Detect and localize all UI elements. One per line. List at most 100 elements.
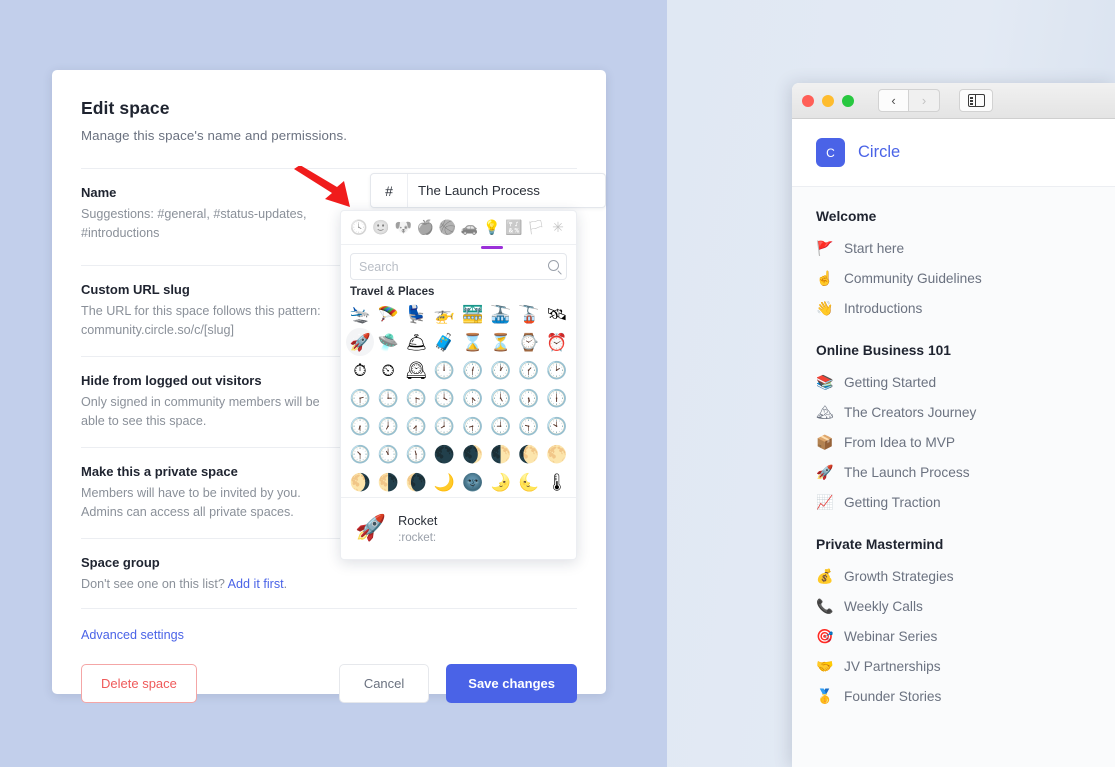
- emoji-cell[interactable]: ⏳: [487, 328, 515, 356]
- emoji-cell[interactable]: ⏱: [346, 356, 374, 384]
- space-name-input[interactable]: [408, 174, 605, 207]
- emoji-cell[interactable]: 🚁: [430, 300, 458, 328]
- emoji-cell[interactable]: 🌑: [430, 440, 458, 468]
- smileys-tab-icon[interactable]: 🙂: [372, 219, 390, 243]
- emoji-cell[interactable]: 🌡: [543, 468, 571, 496]
- emoji-cell[interactable]: 🕝: [346, 384, 374, 412]
- sidebar-item-start-here[interactable]: 🚩 Start here: [816, 233, 1091, 263]
- sidebar-item-getting-traction[interactable]: 📈 Getting Traction: [816, 487, 1091, 517]
- sidebar-item-founder-stories[interactable]: 🥇 Founder Stories: [816, 681, 1091, 711]
- emoji-cell[interactable]: 🌚: [459, 468, 487, 496]
- emoji-cell[interactable]: 🌒: [459, 440, 487, 468]
- add-it-first-link[interactable]: Add it first: [228, 577, 284, 591]
- emoji-cell[interactable]: 🕕: [543, 384, 571, 412]
- emoji-cell[interactable]: 🕠: [515, 384, 543, 412]
- circle-brand-header[interactable]: C Circle: [792, 119, 1115, 187]
- emoji-cell[interactable]: 🛰: [543, 300, 571, 328]
- minimize-window-button[interactable]: [822, 94, 834, 107]
- sidebar-item-webinar-series[interactable]: 🎯 Webinar Series: [816, 621, 1091, 651]
- emoji-cell[interactable]: 🚡: [515, 300, 543, 328]
- emoji-cell[interactable]: 🕐: [487, 356, 515, 384]
- sidebar-item-from-idea-to-mvp[interactable]: 📦 From Idea to MVP: [816, 427, 1091, 457]
- emoji-cell[interactable]: 🌘: [402, 468, 430, 496]
- emoji-cell[interactable]: 🕘: [487, 412, 515, 440]
- save-changes-button[interactable]: Save changes: [446, 664, 577, 703]
- travel-tab-icon[interactable]: 🚗: [461, 219, 479, 243]
- emoji-cell[interactable]: 🌗: [374, 468, 402, 496]
- emoji-cell[interactable]: 🕛: [430, 356, 458, 384]
- cancel-button[interactable]: Cancel: [338, 664, 430, 703]
- emoji-cell[interactable]: 🕑: [543, 356, 571, 384]
- delete-space-button[interactable]: Delete space: [81, 664, 197, 703]
- emoji-cell[interactable]: 🌕: [543, 440, 571, 468]
- sidebar-item-growth-strategies[interactable]: 💰 Growth Strategies: [816, 561, 1091, 591]
- emoji-cell[interactable]: 🛸: [374, 328, 402, 356]
- emoji-grid-scroll[interactable]: 🛬 🪂 💺 🚁 🚟 🚠 🚡 🛰 🚀 🛸 🛎 🧳 ⌛ ⏳ ⌚ ⏰ ⏱ ⏲ 🕰 🕛 🕧 🕐 🕜 🕑 🕝 🕒 🕞 🕓 🕟 🕔 🕠 🕕 🕡 🕖 🕢 🕗 🕣 🕘 🕤 🕙…: [341, 300, 576, 497]
- field-desc-hide: Only signed in community members will be…: [81, 395, 320, 428]
- emoji-cell[interactable]: 🕥: [346, 440, 374, 468]
- emoji-cell[interactable]: 🕣: [459, 412, 487, 440]
- emoji-cell[interactable]: 🕰: [402, 356, 430, 384]
- emoji-cell[interactable]: 🚀: [346, 328, 375, 356]
- forward-button[interactable]: ›: [909, 89, 940, 112]
- recent-tab-icon[interactable]: 🕓: [350, 219, 368, 243]
- emoji-search-box[interactable]: [350, 253, 567, 280]
- sidebar-item-introductions[interactable]: 👋 Introductions: [816, 293, 1091, 323]
- sidebar-item-jv-partnerships[interactable]: 🤝 JV Partnerships: [816, 651, 1091, 681]
- emoji-cell[interactable]: 🧳: [430, 328, 458, 356]
- emoji-cell[interactable]: 🕢: [402, 412, 430, 440]
- emoji-cell[interactable]: 🕗: [430, 412, 458, 440]
- emoji-cell[interactable]: 🌛: [487, 468, 515, 496]
- back-button[interactable]: ‹: [878, 89, 909, 112]
- flags-tab-icon[interactable]: 🏳: [527, 219, 545, 243]
- circle-sidebar-nav: Welcome 🚩 Start here ☝️ Community Guidelines…: [792, 187, 1115, 767]
- emoji-cell[interactable]: 🛬: [346, 300, 374, 328]
- emoji-cell[interactable]: 🕦: [402, 440, 430, 468]
- sidebar-item-the-launch-process[interactable]: 🚀 The Launch Process: [816, 457, 1091, 487]
- emoji-cell[interactable]: 🌓: [487, 440, 515, 468]
- emoji-cell[interactable]: 🕔: [487, 384, 515, 412]
- emoji-cell[interactable]: 🕜: [515, 356, 543, 384]
- animals-tab-icon[interactable]: 🐶: [394, 219, 412, 243]
- emoji-cell[interactable]: 🌙: [430, 468, 458, 496]
- objects-tab-icon[interactable]: 💡: [480, 219, 503, 249]
- emoji-cell[interactable]: 🕡: [346, 412, 374, 440]
- sidebar-toggle-button[interactable]: [959, 89, 993, 112]
- emoji-cell[interactable]: 🚠: [487, 300, 515, 328]
- advanced-settings-link[interactable]: Advanced settings: [81, 628, 184, 642]
- emoji-search-input[interactable]: [359, 259, 558, 274]
- emoji-cell[interactable]: 🛎: [402, 328, 430, 356]
- emoji-cell[interactable]: 🕙: [543, 412, 571, 440]
- close-window-button[interactable]: [802, 94, 814, 107]
- emoji-cell[interactable]: 🕚: [374, 440, 402, 468]
- activity-tab-icon[interactable]: 🏀: [438, 219, 456, 243]
- food-tab-icon[interactable]: 🍎: [416, 219, 434, 243]
- emoji-cell[interactable]: ⏰: [543, 328, 571, 356]
- sidebar-item-getting-started[interactable]: 📚 Getting Started: [816, 367, 1091, 397]
- maximize-window-button[interactable]: [842, 94, 854, 107]
- emoji-cell[interactable]: ⏲: [374, 356, 402, 384]
- emoji-cell[interactable]: 🚟: [459, 300, 487, 328]
- symbols-tab-icon[interactable]: 🔣: [505, 219, 523, 243]
- emoji-cell[interactable]: 🌜: [515, 468, 543, 496]
- sidebar-item-emoji-icon: 🤝: [816, 658, 834, 674]
- emoji-cell[interactable]: 🌖: [346, 468, 374, 496]
- emoji-cell[interactable]: 🕓: [430, 384, 458, 412]
- sidebar-item-weekly-calls[interactable]: 📞 Weekly Calls: [816, 591, 1091, 621]
- emoji-cell[interactable]: 💺: [402, 300, 430, 328]
- emoji-picker-toggle-button[interactable]: #: [371, 174, 408, 207]
- emoji-cell[interactable]: 🪂: [374, 300, 402, 328]
- emoji-cell[interactable]: ⌚: [515, 328, 543, 356]
- emoji-cell[interactable]: 🕞: [402, 384, 430, 412]
- emoji-cell[interactable]: 🕤: [515, 412, 543, 440]
- emoji-cell[interactable]: 🕟: [459, 384, 487, 412]
- emoji-picker-popover[interactable]: 🕓🙂🐶🍎🏀🚗💡🔣🏳✳ Travel & Places 🛬🪂💺🚁🚟🚠🚡🛰🚀🛸🛎🧳⌛…: [340, 210, 577, 560]
- emoji-cell[interactable]: 🕒: [374, 384, 402, 412]
- custom-tab-icon[interactable]: ✳: [549, 219, 567, 243]
- emoji-cell[interactable]: 🕖: [374, 412, 402, 440]
- emoji-cell[interactable]: 🕧: [459, 356, 487, 384]
- emoji-cell[interactable]: ⌛: [459, 328, 487, 356]
- sidebar-item-the-creators-journey[interactable]: 🏔 The Creators Journey: [816, 397, 1091, 427]
- emoji-cell[interactable]: 🌔: [515, 440, 543, 468]
- sidebar-item-community-guidelines[interactable]: ☝️ Community Guidelines: [816, 263, 1091, 293]
